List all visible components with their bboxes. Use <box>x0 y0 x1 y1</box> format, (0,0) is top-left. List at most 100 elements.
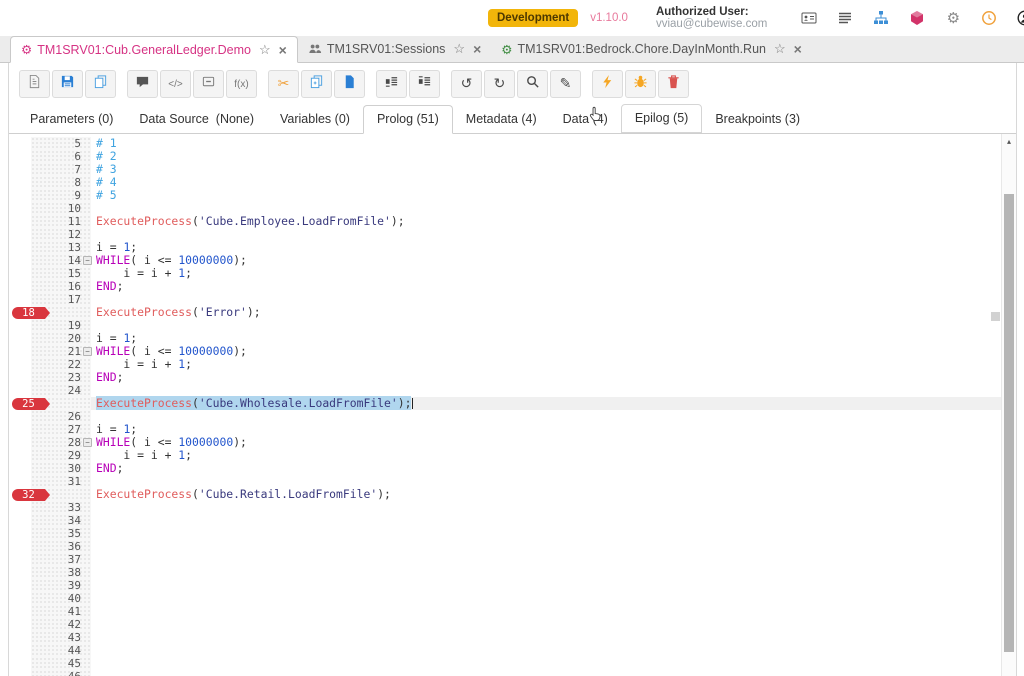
outdent-button[interactable] <box>409 70 440 98</box>
search-button[interactable] <box>517 70 548 98</box>
line-number[interactable]: 16 <box>31 280 91 293</box>
section-tab-parameters[interactable]: Parameters (0) <box>17 106 126 133</box>
code-line-25[interactable]: 2525ExecuteProcess('Cube.Wholesale.LoadF… <box>9 397 1016 410</box>
clock-icon[interactable] <box>978 9 1000 27</box>
section-tab-prolog[interactable]: Prolog (51) <box>363 105 453 134</box>
line-number[interactable]: 34 <box>31 514 91 527</box>
line-number[interactable]: 29 <box>31 449 91 462</box>
code-line-40[interactable]: 40 <box>9 592 1016 605</box>
fx-button[interactable]: f(x) <box>226 70 257 98</box>
fold-toggle-icon[interactable]: − <box>83 347 92 356</box>
code-editor[interactable]: 5# 16# 27# 38# 49# 51011ExecuteProcess('… <box>9 134 1016 676</box>
line-number[interactable]: 35 <box>31 527 91 540</box>
line-number[interactable]: 30 <box>31 462 91 475</box>
code-line-19[interactable]: 19 <box>9 319 1016 332</box>
code-line-46[interactable]: 46 <box>9 670 1016 676</box>
line-number[interactable]: 43 <box>31 631 91 644</box>
favorite-star-icon[interactable]: ☆ <box>453 41 465 57</box>
main-tab-0[interactable]: ⚙TM1SRV01:Cub.GeneralLedger.Demo☆× <box>10 36 298 63</box>
code-line-16[interactable]: 16END; <box>9 280 1016 293</box>
line-number[interactable]: 8 <box>31 176 91 189</box>
code-line-42[interactable]: 42 <box>9 618 1016 631</box>
line-number[interactable]: 31 <box>31 475 91 488</box>
editor-scrollbar[interactable]: ▴ <box>1001 134 1016 676</box>
undo-button[interactable]: ↺ <box>451 70 482 98</box>
line-number[interactable]: 13 <box>31 241 91 254</box>
line-number[interactable]: 17 <box>31 293 91 306</box>
duplicate-button[interactable] <box>301 70 332 98</box>
paste-button[interactable] <box>334 70 365 98</box>
fold-toggle-icon[interactable]: − <box>83 438 92 447</box>
code-line-37[interactable]: 37 <box>9 553 1016 566</box>
code-line-36[interactable]: 36 <box>9 540 1016 553</box>
code-line-15[interactable]: 15 i = i + 1; <box>9 267 1016 280</box>
line-number[interactable]: 33 <box>31 501 91 514</box>
code-line-35[interactable]: 35 <box>9 527 1016 540</box>
code-line-41[interactable]: 41 <box>9 605 1016 618</box>
code-line-5[interactable]: 5# 1 <box>9 137 1016 150</box>
debug-bug-button[interactable] <box>625 70 656 98</box>
section-tab-data[interactable]: Data Source (None) <box>126 106 267 133</box>
code-line-33[interactable]: 33 <box>9 501 1016 514</box>
line-number[interactable]: 39 <box>31 579 91 592</box>
code-line-29[interactable]: 29 i = i + 1; <box>9 449 1016 462</box>
line-number[interactable]: 40 <box>31 592 91 605</box>
code-button[interactable]: </> <box>160 70 191 98</box>
line-number[interactable]: 37 <box>31 553 91 566</box>
id-card-icon[interactable] <box>798 9 820 27</box>
line-number[interactable]: 12 <box>31 228 91 241</box>
line-number[interactable]: 36 <box>31 540 91 553</box>
line-number[interactable]: 1818 <box>31 306 91 319</box>
indent-button[interactable] <box>376 70 407 98</box>
close-tab-icon[interactable]: × <box>794 41 802 57</box>
code-line-45[interactable]: 45 <box>9 657 1016 670</box>
line-number[interactable]: 46 <box>31 670 91 676</box>
code-line-26[interactable]: 26 <box>9 410 1016 423</box>
section-tab-metadata[interactable]: Metadata (4) <box>453 106 550 133</box>
cut-button[interactable]: ✂ <box>268 70 299 98</box>
code-line-38[interactable]: 38 <box>9 566 1016 579</box>
breakpoint-badge[interactable]: 32 <box>12 489 45 501</box>
line-number[interactable]: 5 <box>31 137 91 150</box>
code-line-23[interactable]: 23END; <box>9 371 1016 384</box>
code-line-34[interactable]: 34 <box>9 514 1016 527</box>
cube-icon[interactable] <box>906 9 928 27</box>
code-line-11[interactable]: 11ExecuteProcess('Cube.Employee.LoadFrom… <box>9 215 1016 228</box>
scrollbar-thumb[interactable] <box>1004 194 1014 652</box>
section-tab-breakpoints[interactable]: Breakpoints (3) <box>702 106 813 133</box>
favorite-star-icon[interactable]: ☆ <box>259 42 271 58</box>
delete-trash-button[interactable] <box>658 70 689 98</box>
code-line-8[interactable]: 8# 4 <box>9 176 1016 189</box>
code-line-9[interactable]: 9# 5 <box>9 189 1016 202</box>
user-icon[interactable] <box>1014 9 1024 27</box>
pencil-button[interactable]: ✎ <box>550 70 581 98</box>
line-number[interactable]: 44 <box>31 644 91 657</box>
code-line-30[interactable]: 30END; <box>9 462 1016 475</box>
collapse-button[interactable] <box>193 70 224 98</box>
line-number[interactable]: 45 <box>31 657 91 670</box>
code-line-22[interactable]: 22 i = i + 1; <box>9 358 1016 371</box>
copy-button[interactable] <box>85 70 116 98</box>
code-line-12[interactable]: 12 <box>9 228 1016 241</box>
breakpoint-badge[interactable]: 25 <box>12 398 45 410</box>
code-line-43[interactable]: 43 <box>9 631 1016 644</box>
line-number[interactable]: 24 <box>31 384 91 397</box>
section-tab-variables[interactable]: Variables (0) <box>267 106 363 133</box>
line-number[interactable]: 28− <box>31 436 91 449</box>
scroll-up-icon[interactable]: ▴ <box>1002 134 1016 149</box>
line-number[interactable]: 23 <box>31 371 91 384</box>
line-number[interactable]: 38 <box>31 566 91 579</box>
section-tab-epilog[interactable]: Epilog (5) <box>621 104 703 133</box>
line-number[interactable]: 14− <box>31 254 91 267</box>
code-line-6[interactable]: 6# 2 <box>9 150 1016 163</box>
fold-toggle-icon[interactable]: − <box>83 256 92 265</box>
run-bolt-button[interactable] <box>592 70 623 98</box>
list-icon[interactable] <box>834 9 856 27</box>
line-number[interactable]: 15 <box>31 267 91 280</box>
line-number[interactable]: 11 <box>31 215 91 228</box>
main-tab-2[interactable]: ⚙TM1SRV01:Bedrock.Chore.DayInMonth.Run☆× <box>491 36 812 62</box>
line-number[interactable]: 6 <box>31 150 91 163</box>
line-number[interactable]: 7 <box>31 163 91 176</box>
document-button[interactable] <box>19 70 50 98</box>
line-number[interactable]: 2525 <box>31 397 91 410</box>
